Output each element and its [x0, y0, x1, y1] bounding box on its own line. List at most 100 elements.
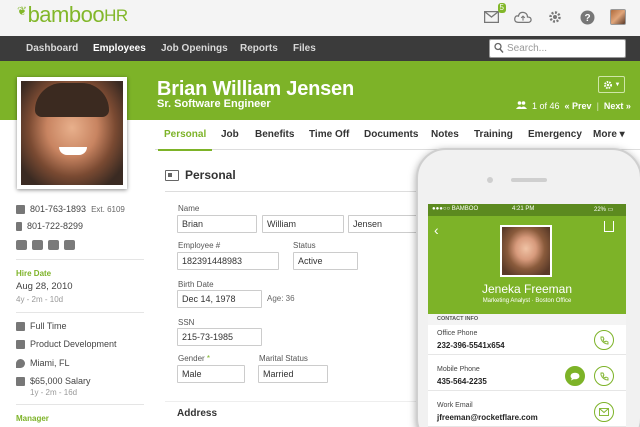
- phone-speaker: [511, 178, 547, 182]
- salary-row: $65,000 Salary: [16, 376, 91, 386]
- email-icon[interactable]: [16, 240, 27, 250]
- inbox-count-badge: 5: [497, 3, 506, 13]
- sidebar-divider: [16, 259, 144, 260]
- tab-benefits[interactable]: Benefits: [255, 121, 294, 150]
- mobile-employee-photo: [500, 225, 552, 277]
- marital-status-label: Marital Status: [259, 354, 308, 363]
- search-placeholder: Search...: [507, 43, 548, 54]
- work-phone[interactable]: 801-763-1893: [30, 204, 86, 214]
- department: Product Development: [30, 339, 117, 349]
- nav-employees[interactable]: Employees: [93, 36, 146, 61]
- first-name-field[interactable]: Brian: [177, 215, 257, 233]
- phone-camera: [487, 177, 493, 183]
- employee-number-field[interactable]: 182391448983: [177, 252, 279, 270]
- sidebar-divider: [16, 404, 144, 405]
- gender-label: Gender *: [178, 354, 211, 363]
- section-divider: [165, 191, 420, 192]
- back-arrow-icon[interactable]: ‹: [434, 222, 439, 238]
- marital-status-select[interactable]: Married: [258, 365, 328, 383]
- office-phone-label: Office Phone: [437, 330, 478, 337]
- time-text: 4:21 PM: [512, 206, 535, 212]
- share-icon[interactable]: [604, 221, 614, 232]
- org-chart-icon: [16, 339, 25, 349]
- next-link[interactable]: Next »: [604, 101, 631, 111]
- status-select[interactable]: Active: [293, 252, 358, 270]
- wrench-icon: [16, 321, 25, 331]
- nav-dashboard[interactable]: Dashboard: [26, 36, 78, 61]
- employee-pager: 1 of 46 « Prev | Next »: [516, 101, 631, 111]
- work-email-row[interactable]: Work Email jfreeman@rocketflare.com: [428, 397, 626, 427]
- email-button[interactable]: [594, 402, 614, 422]
- tab-time-off[interactable]: Time Off: [309, 121, 349, 150]
- hire-tenure: 4y - 2m - 10d: [16, 295, 64, 304]
- location-pin-icon: [16, 358, 25, 368]
- prev-link[interactable]: « Prev: [565, 101, 592, 111]
- employee-number-label: Employee #: [178, 241, 221, 250]
- cloud-upload-icon[interactable]: [514, 8, 532, 26]
- phone-status-bar: ●●●○○ BAMBOO 4:21 PM 22% ▭: [428, 204, 626, 216]
- nav-reports[interactable]: Reports: [240, 36, 278, 61]
- birth-date-field[interactable]: Dec 14, 1978: [177, 290, 262, 308]
- work-email-value: jfreeman@rocketflare.com: [437, 413, 538, 422]
- battery-text: 22% ▭: [594, 207, 614, 213]
- mobile-employee-name: Jeneka Freeman: [481, 282, 573, 296]
- tab-emergency[interactable]: Emergency: [528, 121, 582, 150]
- location-row: Miami, FL: [16, 358, 70, 368]
- contact-info-header: CONTACT INFO: [428, 314, 626, 325]
- department-row: Product Development: [16, 339, 117, 349]
- hire-date-label: Hire Date: [16, 269, 52, 278]
- tab-notes[interactable]: Notes: [431, 121, 459, 150]
- gear-icon: [603, 80, 612, 89]
- linkedin-icon[interactable]: [32, 240, 43, 250]
- phone-icon: [600, 372, 608, 380]
- tab-more[interactable]: More ▾: [593, 121, 625, 150]
- mobile-employee-role: Marketing Analyst · Boston Office: [482, 298, 572, 304]
- tab-personal[interactable]: Personal: [157, 121, 213, 151]
- office-phone-value: 232-396-5541x654: [437, 341, 505, 350]
- mobile-phone-row[interactable]: Mobile Phone 435-564-2235: [428, 361, 626, 391]
- gender-select[interactable]: Male: [177, 365, 245, 383]
- mobile-phone-row: 801-722-8299: [16, 221, 83, 231]
- bank-icon: [16, 376, 25, 386]
- nav-files[interactable]: Files: [293, 36, 316, 61]
- employee-photo[interactable]: [17, 77, 127, 189]
- name-label: Name: [178, 204, 200, 213]
- employment-row: Full Time: [16, 321, 67, 331]
- actions-gear-button[interactable]: ▼: [598, 76, 625, 93]
- ssn-field[interactable]: 215-73-1985: [177, 328, 262, 346]
- salary-duration: 1y - 2m - 16d: [30, 388, 78, 397]
- leaf-icon: ❦: [17, 4, 27, 18]
- tab-job[interactable]: Job: [221, 121, 239, 150]
- pager-divider: |: [596, 101, 599, 111]
- search-input[interactable]: Search...: [489, 39, 626, 58]
- sms-button[interactable]: [565, 366, 585, 386]
- user-avatar[interactable]: [610, 9, 626, 25]
- hire-date: Aug 28, 2010: [16, 281, 73, 292]
- birth-date-label: Birth Date: [178, 280, 214, 289]
- status-label: Status: [293, 241, 316, 250]
- twitter-icon[interactable]: [48, 240, 59, 250]
- employment-type: Full Time: [30, 321, 67, 331]
- call-button[interactable]: [594, 330, 614, 350]
- address-heading: Address: [177, 408, 218, 419]
- chat-bubble-icon: [570, 372, 580, 380]
- personal-section-title: Personal: [165, 168, 236, 182]
- salary: $65,000 Salary: [30, 376, 91, 386]
- settings-gear-icon[interactable]: [546, 8, 564, 26]
- call-button[interactable]: [594, 366, 614, 386]
- tab-training[interactable]: Training: [474, 121, 513, 150]
- tab-documents[interactable]: Documents: [364, 121, 418, 150]
- nav-job-openings[interactable]: Job Openings: [161, 36, 228, 61]
- facebook-icon[interactable]: [64, 240, 75, 250]
- help-icon[interactable]: ?: [578, 8, 596, 26]
- main-nav: Dashboard Employees Job Openings Reports…: [0, 36, 640, 61]
- bamboohr-logo[interactable]: ❦ bamboo HR: [17, 2, 128, 28]
- mobile-phone[interactable]: 801-722-8299: [27, 221, 83, 231]
- top-bar: ❦ bamboo HR 5 ?: [0, 0, 640, 36]
- carrier-text: ●●●○○ BAMBOO: [432, 206, 479, 212]
- office-phone-row[interactable]: Office Phone 232-396-5541x654: [428, 325, 626, 355]
- location: Miami, FL: [30, 358, 70, 368]
- middle-name-field[interactable]: William: [262, 215, 344, 233]
- last-name-field[interactable]: Jensen: [348, 215, 418, 233]
- inbox-icon[interactable]: 5: [482, 3, 506, 26]
